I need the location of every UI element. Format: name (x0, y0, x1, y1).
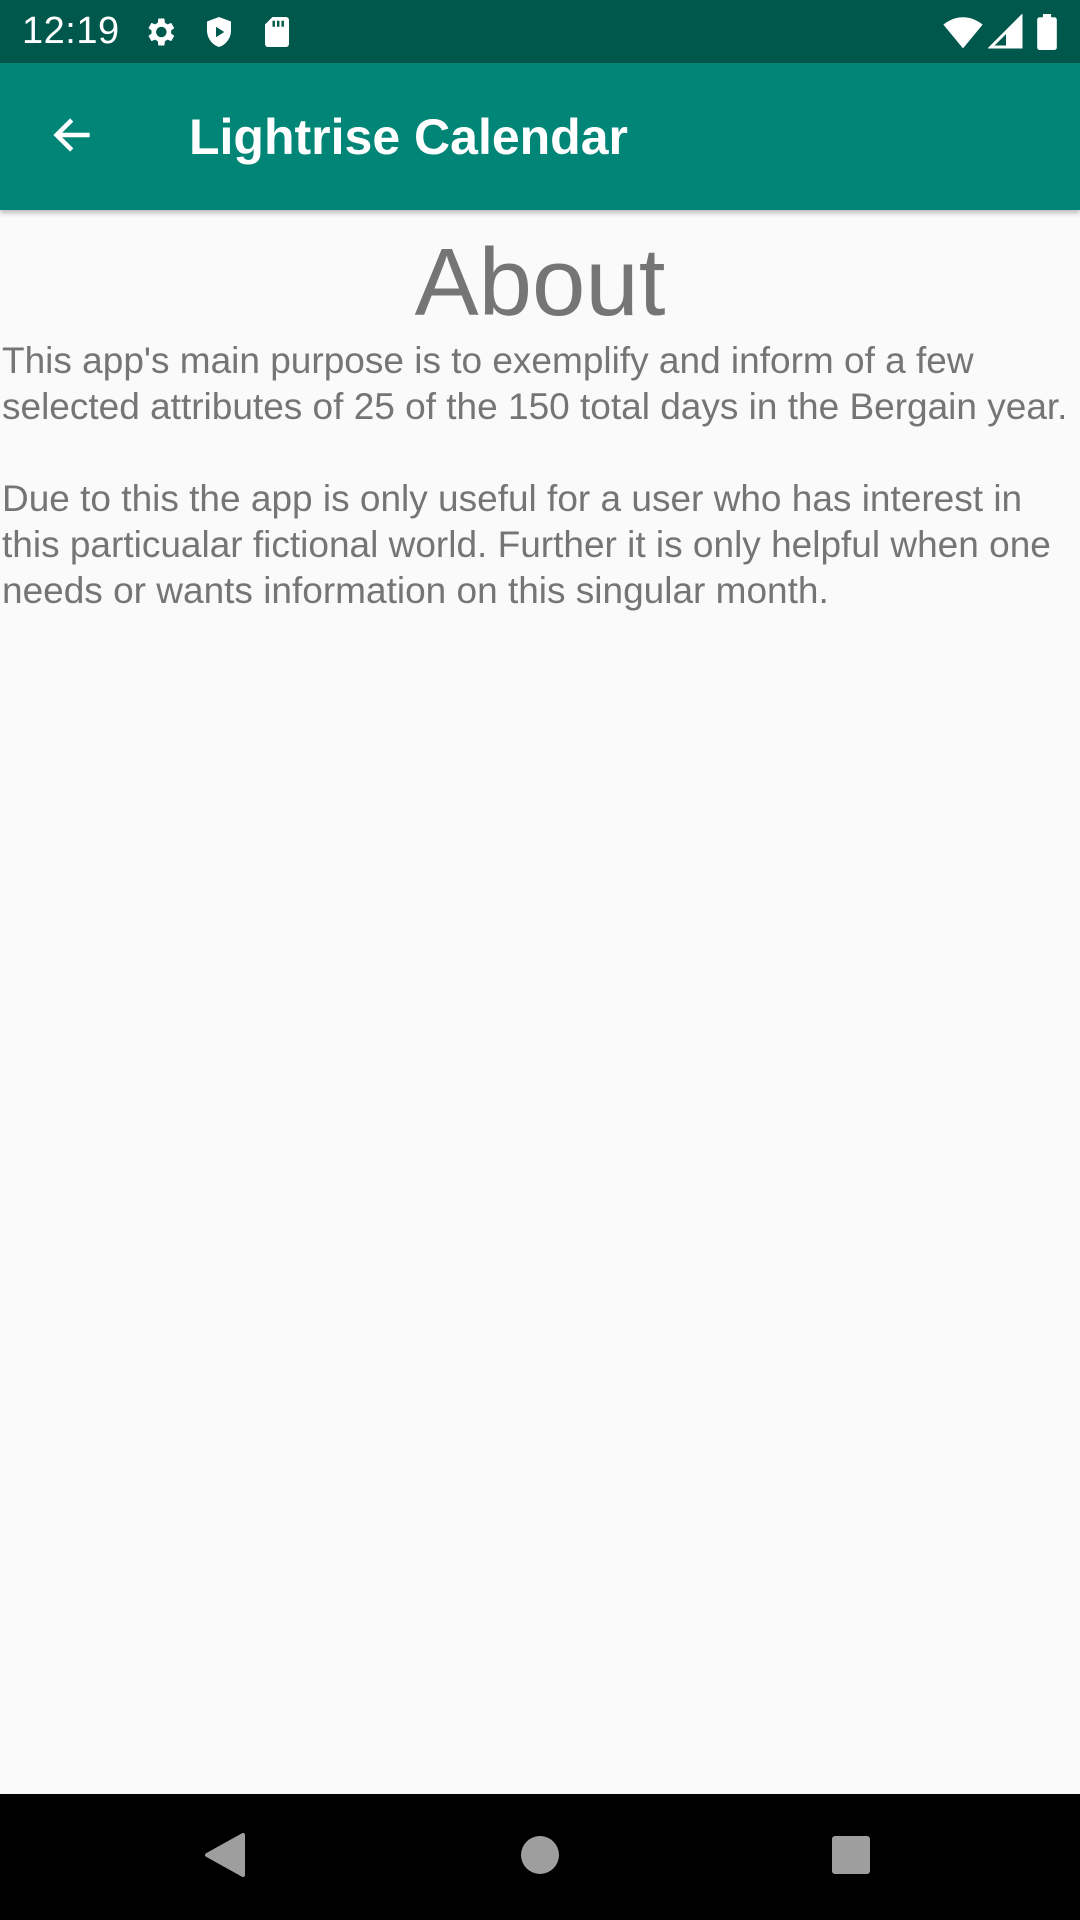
about-paragraph-2: Due to this the app is only useful for a… (2, 478, 1051, 611)
battery-icon (1035, 14, 1059, 50)
back-button[interactable] (30, 95, 114, 179)
navigation-bar (0, 1794, 1080, 1920)
app-title: Lightrise Calendar (189, 109, 628, 165)
status-time: 12:19 (22, 10, 120, 52)
status-bar: 12:19 (0, 0, 1080, 63)
nav-back-button[interactable] (190, 1822, 260, 1892)
nav-recents-button[interactable] (816, 1822, 886, 1892)
arrow-back-icon (49, 112, 95, 163)
about-paragraph-1: This app's main purpose is to exemplify … (2, 340, 1068, 427)
shield-icon (201, 14, 237, 50)
back-triangle-icon (203, 1831, 247, 1884)
app-bar: Lightrise Calendar (0, 63, 1080, 210)
wifi-icon (943, 14, 983, 50)
home-circle-icon (520, 1835, 560, 1880)
about-body: This app's main purpose is to exemplify … (0, 338, 1080, 614)
sd-card-icon (259, 14, 295, 50)
page-title: About (414, 229, 666, 336)
gear-icon (142, 14, 178, 50)
signal-icon (987, 13, 1024, 50)
nav-home-button[interactable] (505, 1822, 575, 1892)
about-content: About This app's main purpose is to exem… (0, 210, 1080, 614)
recents-square-icon (831, 1835, 871, 1880)
